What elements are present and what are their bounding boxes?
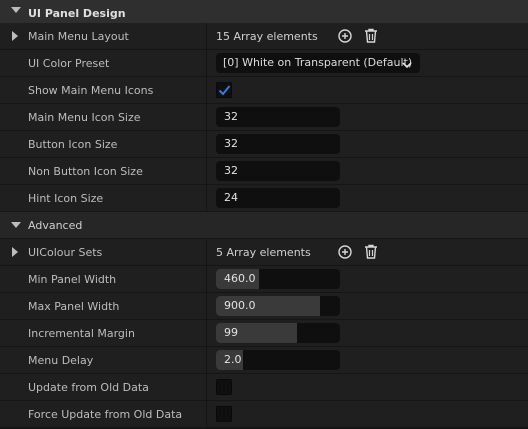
property-label: Incremental Margin (28, 326, 135, 340)
property-label: Update from Old Data (28, 380, 149, 394)
row-max-panel-width: Max Panel Width 900.0 (0, 293, 528, 319)
add-element-icon[interactable] (338, 245, 352, 262)
row-main-menu-icon-size: Main Menu Icon Size 32 (0, 104, 528, 130)
property-label: Show Main Menu Icons (28, 83, 154, 97)
property-label: Menu Delay (28, 353, 94, 367)
row-ui-colour-sets: UIColour Sets 5 Array elements (0, 239, 528, 265)
input-value: 900.0 (224, 299, 256, 312)
property-label: Min Panel Width (28, 272, 117, 286)
delete-all-icon[interactable] (364, 244, 378, 263)
property-label: UIColour Sets (28, 245, 103, 259)
row-update-from-old-data: Update from Old Data (0, 374, 528, 400)
min-panel-width-slider[interactable]: 460.0 (216, 269, 340, 289)
property-label: Main Menu Layout (28, 29, 129, 43)
expand-arrow-icon[interactable] (12, 247, 18, 257)
row-non-button-icon-size: Non Button Icon Size 32 (0, 158, 528, 184)
row-hint-icon-size: Hint Icon Size 24 (0, 185, 528, 211)
show-icons-checkbox[interactable] (216, 82, 232, 98)
row-show-main-menu-icons: Show Main Menu Icons (0, 77, 528, 103)
button-icon-size-input[interactable]: 32 (216, 134, 340, 154)
input-value: 460.0 (224, 272, 256, 285)
hint-icon-size-input[interactable]: 24 (216, 188, 340, 208)
property-label: Hint Icon Size (28, 191, 104, 205)
non-button-icon-size-input[interactable]: 32 (216, 161, 340, 181)
row-button-icon-size: Button Icon Size 32 (0, 131, 528, 157)
input-value: 32 (224, 164, 238, 177)
chevron-down-icon (402, 59, 412, 72)
section-title: UI Panel Design (28, 6, 126, 20)
dropdown-value: [0] White on Transparent (Default) (223, 56, 413, 69)
delete-all-icon[interactable] (364, 28, 378, 47)
property-label: Main Menu Icon Size (28, 110, 141, 124)
input-value: 24 (224, 191, 238, 204)
menu-delay-slider[interactable]: 2.0 (216, 350, 340, 370)
row-menu-delay: Menu Delay 2.0 (0, 347, 528, 373)
incremental-margin-slider[interactable]: 99 (216, 323, 340, 343)
row-incremental-margin: Incremental Margin 99 (0, 320, 528, 346)
update-from-old-data-checkbox[interactable] (216, 379, 232, 395)
color-preset-dropdown[interactable]: [0] White on Transparent (Default) (216, 53, 420, 73)
property-label: Non Button Icon Size (28, 164, 143, 178)
row-force-update-from-old-data: Force Update from Old Data (0, 401, 528, 427)
array-count: 5 Array elements (216, 245, 311, 259)
max-panel-width-slider[interactable]: 900.0 (216, 296, 340, 316)
property-label: Max Panel Width (28, 299, 120, 313)
row-main-menu-layout: Main Menu Layout 15 Array elements (0, 23, 528, 49)
input-value: 99 (224, 326, 238, 339)
row-min-panel-width: Min Panel Width 460.0 (0, 266, 528, 292)
category-header-advanced[interactable]: Advanced (0, 212, 528, 238)
array-count: 15 Array elements (216, 29, 318, 43)
force-update-checkbox[interactable] (216, 406, 232, 422)
property-label: Force Update from Old Data (28, 407, 183, 421)
input-value: 32 (224, 137, 238, 150)
property-label: Button Icon Size (28, 137, 118, 151)
main-menu-icon-size-input[interactable]: 32 (216, 107, 340, 127)
property-label: UI Color Preset (28, 56, 110, 70)
add-element-icon[interactable] (338, 29, 352, 46)
checkmark-icon (218, 85, 231, 96)
collapse-arrow-icon[interactable] (11, 7, 21, 13)
input-value: 2.0 (224, 353, 242, 366)
input-value: 32 (224, 110, 238, 123)
expand-arrow-icon[interactable] (12, 31, 18, 41)
category-title: Advanced (28, 218, 83, 232)
collapse-arrow-icon[interactable] (11, 222, 21, 228)
row-ui-color-preset: UI Color Preset [0] White on Transparent… (0, 50, 528, 76)
